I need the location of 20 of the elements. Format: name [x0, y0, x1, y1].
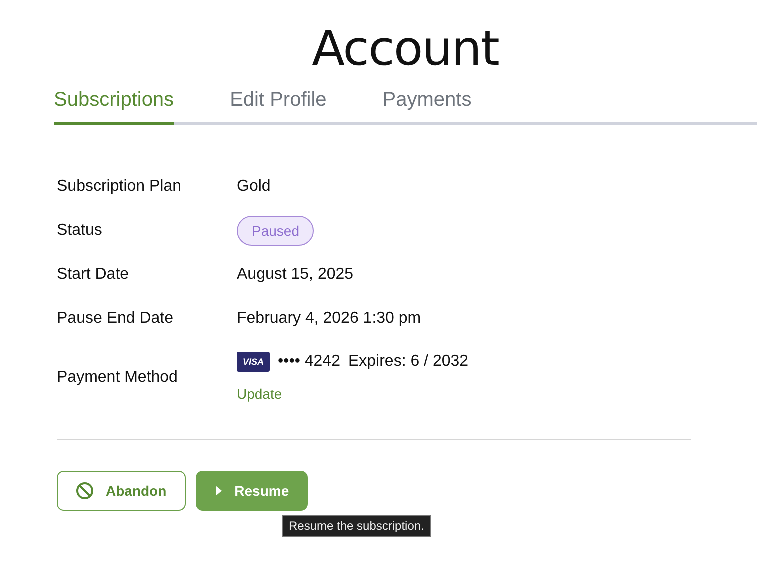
detail-label: Payment Method	[57, 369, 179, 387]
status-badge: Paused	[237, 216, 314, 246]
card-brand-logo: VISA	[237, 352, 270, 372]
detail-value: February 4, 2026 1:30 pm	[237, 310, 422, 328]
update-link[interactable]: Update	[237, 386, 282, 402]
tab[interactable]: Subscriptions	[54, 89, 174, 125]
resume-button[interactable]: Resume	[196, 471, 308, 511]
abandon-button[interactable]: Abandon	[57, 471, 186, 511]
tooltip: Resume the subscription.	[282, 515, 432, 537]
tab[interactable]: Payments	[382, 89, 472, 125]
detail-value: August 15, 2025	[237, 266, 355, 284]
card-expiry: Expires: 6 / 2032	[348, 353, 469, 371]
detail-label: Subscription Plan	[57, 178, 183, 196]
tab[interactable]: Edit Profile	[230, 89, 327, 125]
detail-label: Start Date	[57, 266, 130, 284]
card-number: •••• 4242	[278, 353, 340, 371]
detail-label: Pause End Date	[57, 310, 175, 328]
detail-value: Gold	[237, 178, 272, 196]
detail-label: Status	[57, 222, 104, 240]
page-title: Account	[311, 20, 500, 76]
